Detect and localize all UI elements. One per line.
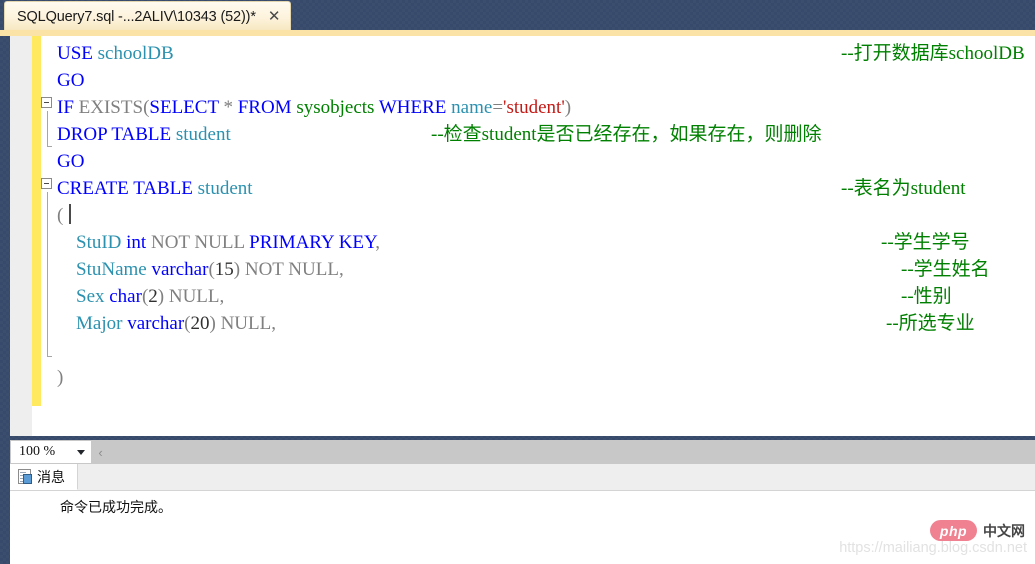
collapse-box-create-block[interactable] bbox=[41, 178, 52, 189]
tab-messages-label: 消息 bbox=[37, 468, 65, 485]
close-icon[interactable]: ✕ bbox=[268, 9, 281, 24]
chevron-down-icon bbox=[77, 449, 85, 455]
line-go-2: GO bbox=[57, 151, 85, 172]
comment-open-db: --打开数据库schoolDB bbox=[841, 43, 1025, 64]
editor-gutter bbox=[10, 36, 32, 436]
sql-editor[interactable]: USE schoolDB GO IF EXISTS(SELECT * FROM sy… bbox=[10, 36, 1035, 436]
document-tab-title: SQLQuery7.sql -...2ALIV\10343 (52))* bbox=[17, 8, 256, 25]
comment-stu-name: --学生姓名 bbox=[901, 259, 990, 280]
results-tabstrip: 消息 bbox=[10, 464, 1035, 491]
collapse-box-if-block[interactable] bbox=[41, 97, 52, 108]
document-tabstrip: SQLQuery7.sql -...2ALIV\10343 (52))* ✕ bbox=[0, 0, 1035, 36]
line-go-1: GO bbox=[57, 70, 85, 91]
line-col-stuname: StuName varchar(15) NOT NULL, bbox=[76, 259, 344, 280]
scroll-left-button[interactable]: ‹ bbox=[92, 440, 109, 464]
ssms-window: SQLQuery7.sql -...2ALIV\10343 (52))* ✕ U… bbox=[0, 0, 1035, 564]
comment-sex: --性别 bbox=[901, 286, 952, 307]
comment-table-name: --表名为student bbox=[841, 178, 966, 199]
messages-output: 命令已成功完成。 bbox=[60, 499, 172, 515]
line-col-sex: Sex char(2) NULL, bbox=[76, 286, 225, 307]
zoom-level-value: 100 % bbox=[19, 444, 56, 459]
unsaved-changes-bar bbox=[32, 36, 41, 406]
messages-icon bbox=[18, 469, 32, 484]
editor-zoom-bar: 100 % ‹ bbox=[10, 440, 1035, 464]
line-open-paren: ( bbox=[57, 205, 64, 226]
line-close-paren: ) bbox=[57, 367, 64, 388]
watermark-logo: php 中文网 bbox=[930, 520, 1025, 541]
watermark-url: https://mailiang.blog.csdn.net bbox=[839, 540, 1027, 556]
php-logo-icon: php bbox=[930, 520, 977, 541]
zoom-level-dropdown[interactable]: 100 % bbox=[10, 440, 92, 464]
sql-code-text: USE schoolDB GO IF EXISTS(SELECT * FROM sy… bbox=[41, 36, 1035, 391]
comment-stu-id: --学生学号 bbox=[881, 232, 970, 253]
tab-messages[interactable]: 消息 bbox=[10, 464, 78, 490]
document-tab-sqlquery7[interactable]: SQLQuery7.sql -...2ALIV\10343 (52))* ✕ bbox=[4, 1, 292, 31]
line-if-exists: IF EXISTS(SELECT * FROM sysobjects WHERE… bbox=[57, 97, 572, 118]
comment-check-exists: --检查student是否已经存在，如果存在，则删除 bbox=[431, 124, 822, 145]
comment-major: --所选专业 bbox=[886, 313, 975, 334]
watermark-logo-text: 中文网 bbox=[983, 522, 1025, 539]
line-blank bbox=[41, 337, 1035, 364]
editor-code-area[interactable]: USE schoolDB GO IF EXISTS(SELECT * FROM sy… bbox=[41, 36, 1035, 436]
